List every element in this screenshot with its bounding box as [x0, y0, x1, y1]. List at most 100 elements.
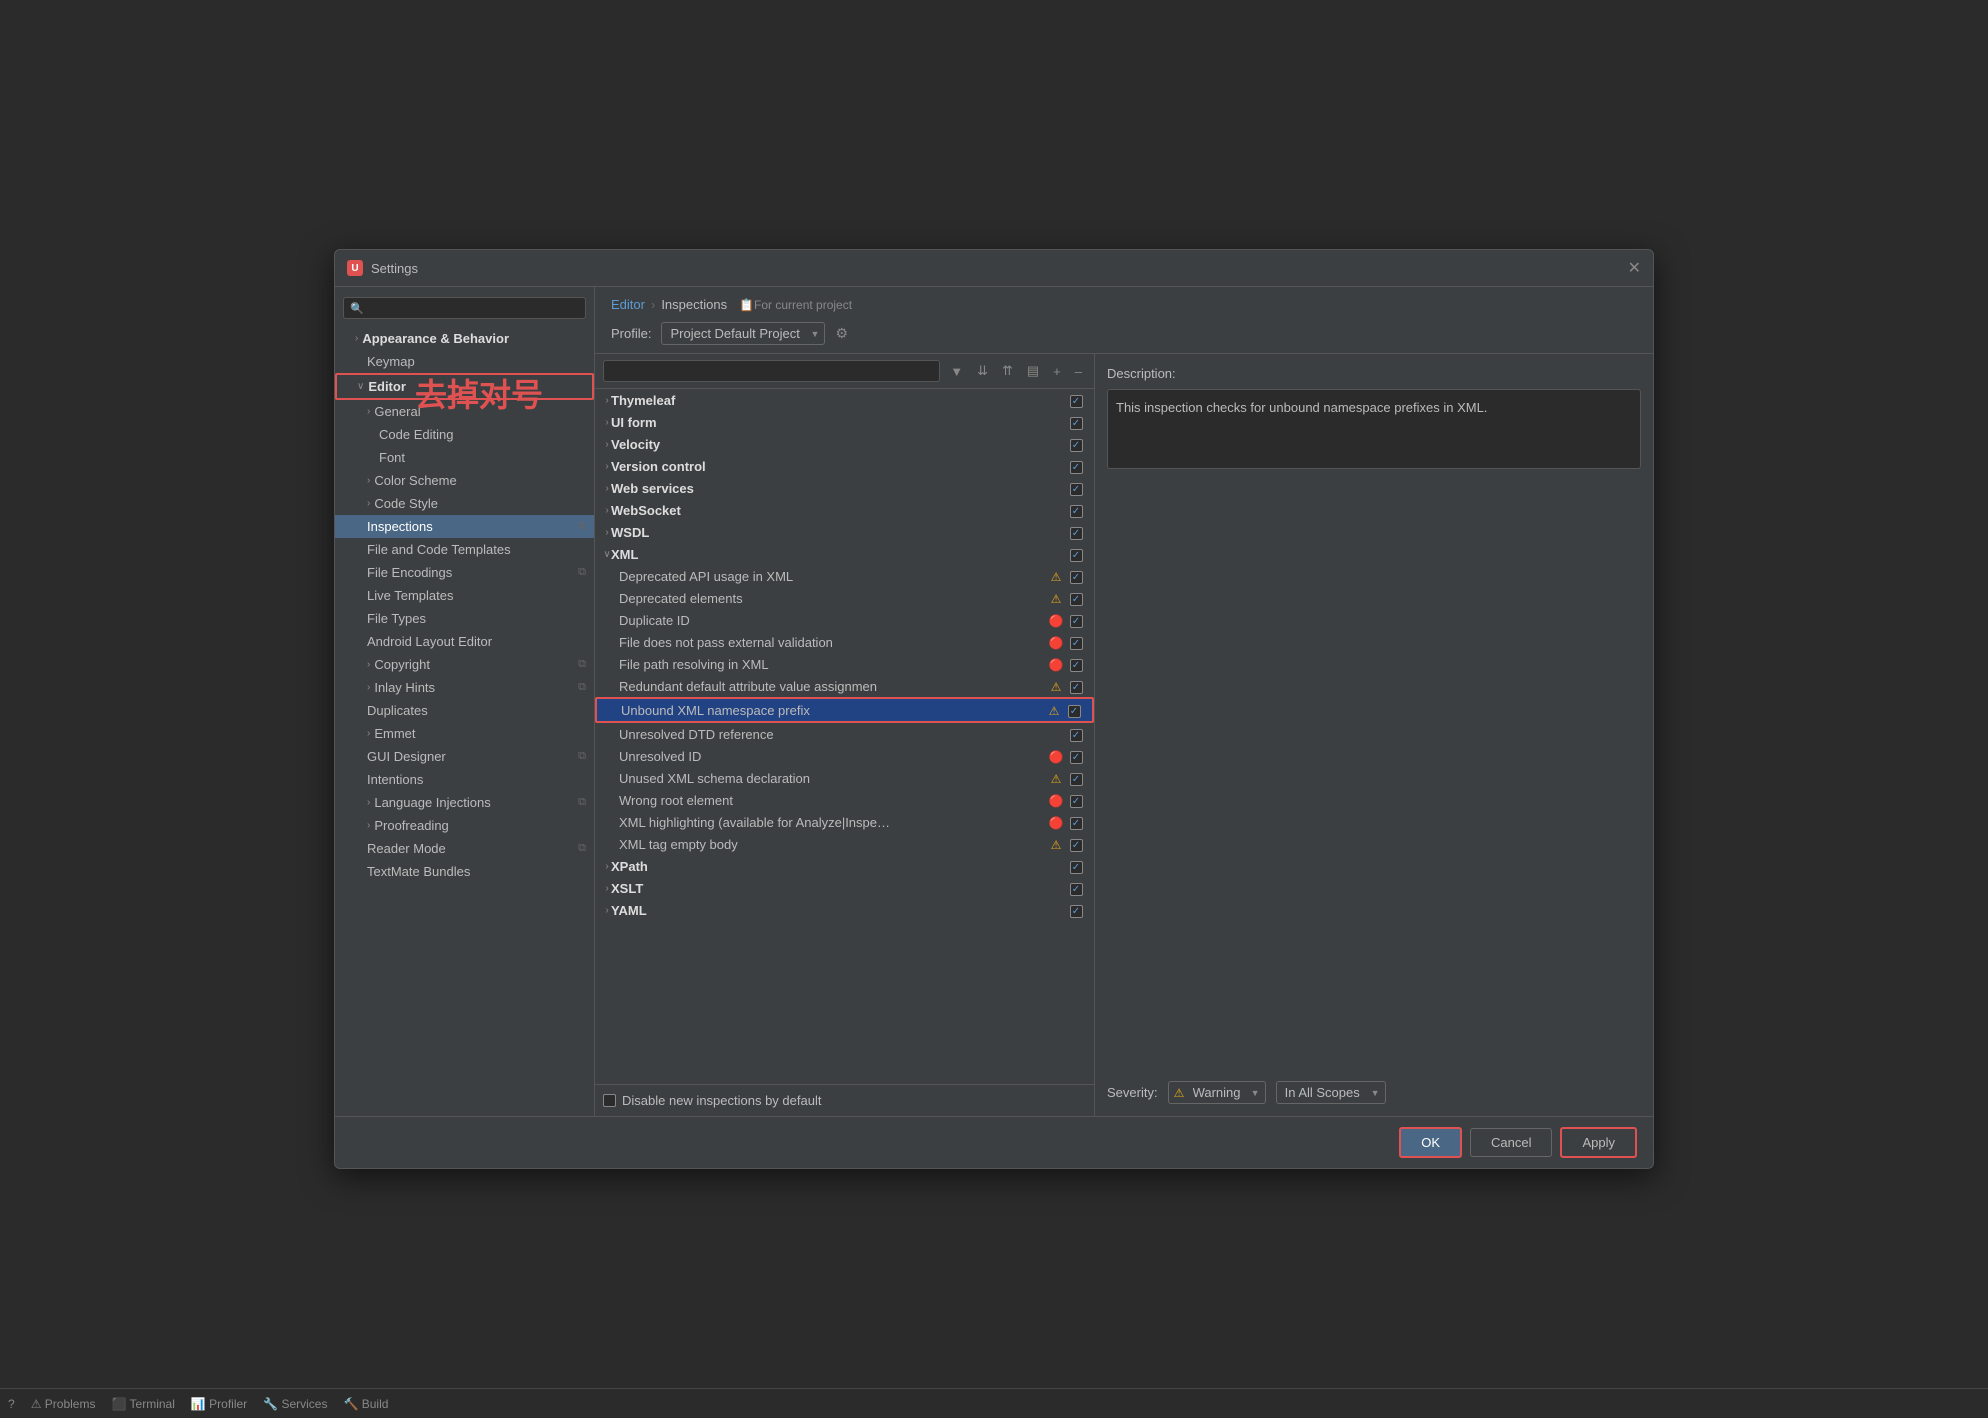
collapse-all-button[interactable]: ⇈: [998, 361, 1017, 381]
sidebar-item-intentions[interactable]: Intentions: [335, 768, 594, 791]
sidebar-item-code-editing[interactable]: Code Editing: [335, 423, 594, 446]
sidebar-item-editor[interactable]: ∨Editor: [335, 373, 594, 400]
disable-new-inspections-checkbox[interactable]: [603, 1094, 616, 1107]
sidebar-item-proofreading[interactable]: ›Proofreading: [335, 814, 594, 837]
cancel-button[interactable]: Cancel: [1470, 1128, 1552, 1157]
taskbar-profiler[interactable]: 📊 Profiler: [191, 1397, 247, 1411]
inspection-row-velocity[interactable]: ›Velocity: [595, 433, 1094, 455]
insp-checkbox-unresolved-id[interactable]: [1070, 751, 1083, 764]
taskbar-terminal[interactable]: ⬛ Terminal: [111, 1397, 174, 1411]
breadcrumb-editor[interactable]: Editor: [611, 297, 645, 312]
inspection-search-input[interactable]: [603, 360, 940, 382]
scope-select[interactable]: In All Scopes: [1276, 1081, 1386, 1104]
insp-checkbox-xpath[interactable]: [1070, 861, 1083, 874]
sidebar-item-reader-mode[interactable]: Reader Mode⧉: [335, 837, 594, 860]
inspection-row-duplicate-id[interactable]: Duplicate ID🔴: [595, 609, 1094, 631]
insp-checkbox-redundant-default[interactable]: [1070, 681, 1083, 694]
inspection-row-version-control[interactable]: ›Version control: [595, 455, 1094, 477]
sidebar-item-color-scheme[interactable]: ›Color Scheme: [335, 469, 594, 492]
insp-checkbox-version-control[interactable]: [1070, 461, 1083, 474]
inspection-row-xml-highlighting[interactable]: XML highlighting (available for Analyze|…: [595, 811, 1094, 833]
sidebar-item-emmet[interactable]: ›Emmet: [335, 722, 594, 745]
inspection-row-unbound-xml-ns[interactable]: Unbound XML namespace prefix⚠: [595, 697, 1094, 723]
layout-button[interactable]: ▤: [1023, 361, 1043, 381]
inspection-row-unused-xml-schema[interactable]: Unused XML schema declaration⚠: [595, 767, 1094, 789]
insp-checkbox-yaml[interactable]: [1070, 905, 1083, 918]
taskbar-problems[interactable]: ⚠ Problems: [31, 1397, 96, 1411]
inspection-row-xpath[interactable]: ›XPath: [595, 855, 1094, 877]
inspection-row-ui-form[interactable]: ›UI form: [595, 411, 1094, 433]
sidebar-item-copyright[interactable]: ›Copyright⧉: [335, 653, 594, 676]
sidebar-item-file-code-templates[interactable]: File and Code Templates: [335, 538, 594, 561]
inspection-row-file-path-resolving[interactable]: File path resolving in XML🔴: [595, 653, 1094, 675]
gear-button[interactable]: ⚙: [835, 325, 848, 342]
ok-button[interactable]: OK: [1399, 1127, 1462, 1158]
remove-button[interactable]: –: [1071, 362, 1086, 381]
insp-checkbox-deprecated-elements[interactable]: [1070, 593, 1083, 606]
inspection-row-xml-tag-empty[interactable]: XML tag empty body⚠: [595, 833, 1094, 855]
sidebar-item-code-style[interactable]: ›Code Style: [335, 492, 594, 515]
inspection-row-xslt[interactable]: ›XSLT: [595, 877, 1094, 899]
insp-checkbox-xml-tag-empty[interactable]: [1070, 839, 1083, 852]
sidebar-item-duplicates[interactable]: Duplicates: [335, 699, 594, 722]
insp-checkbox-duplicate-id[interactable]: [1070, 615, 1083, 628]
inspection-row-file-not-pass[interactable]: File does not pass external validation🔴: [595, 631, 1094, 653]
insp-checkbox-velocity[interactable]: [1070, 439, 1083, 452]
inspection-row-redundant-default[interactable]: Redundant default attribute value assign…: [595, 675, 1094, 697]
sidebar-item-font[interactable]: Font: [335, 446, 594, 469]
inspection-row-unresolved-id[interactable]: Unresolved ID🔴: [595, 745, 1094, 767]
sidebar-item-inlay-hints[interactable]: ›Inlay Hints⧉: [335, 676, 594, 699]
sidebar-item-file-encodings[interactable]: File Encodings⧉: [335, 561, 594, 584]
inspection-row-websocket[interactable]: ›WebSocket: [595, 499, 1094, 521]
inspection-row-unresolved-dtd[interactable]: Unresolved DTD reference: [595, 723, 1094, 745]
insp-checkbox-xml-highlighting[interactable]: [1070, 817, 1083, 830]
sidebar-search-input[interactable]: [368, 301, 579, 315]
filter-button[interactable]: ▼: [946, 362, 967, 381]
scope-select-wrap[interactable]: In All Scopes: [1276, 1081, 1386, 1104]
sidebar-item-textmate-bundles[interactable]: TextMate Bundles: [335, 860, 594, 883]
profile-select[interactable]: Project Default Project: [661, 322, 825, 345]
sidebar-item-language-injections[interactable]: ›Language Injections⧉: [335, 791, 594, 814]
insp-checkbox-thymeleaf[interactable]: [1070, 395, 1083, 408]
inspection-row-deprecated-api-xml[interactable]: Deprecated API usage in XML⚠: [595, 565, 1094, 587]
severity-select-wrap[interactable]: ⚠ Warning Error Info: [1168, 1081, 1266, 1104]
taskbar-services[interactable]: 🔧 Services: [263, 1397, 327, 1411]
insp-checkbox-file-not-pass[interactable]: [1070, 637, 1083, 650]
taskbar-help[interactable]: ?: [8, 1397, 15, 1411]
insp-checkbox-xml[interactable]: [1070, 549, 1083, 562]
insp-checkbox-ui-form[interactable]: [1070, 417, 1083, 430]
insp-checkbox-unused-xml-schema[interactable]: [1070, 773, 1083, 786]
insp-checkbox-unresolved-dtd[interactable]: [1070, 729, 1083, 742]
sidebar-item-android-layout-editor[interactable]: Android Layout Editor: [335, 630, 594, 653]
inspection-row-thymeleaf[interactable]: ›Thymeleaf: [595, 389, 1094, 411]
apply-button[interactable]: Apply: [1560, 1127, 1637, 1158]
inspection-row-wsdl[interactable]: ›WSDL: [595, 521, 1094, 543]
sidebar-item-file-types[interactable]: File Types: [335, 607, 594, 630]
expand-all-button[interactable]: ⇊: [973, 361, 992, 381]
sidebar-item-inspections[interactable]: Inspections⧉: [335, 515, 594, 538]
insp-checkbox-websocket[interactable]: [1070, 505, 1083, 518]
inspection-row-web-services[interactable]: ›Web services: [595, 477, 1094, 499]
taskbar-build[interactable]: 🔨 Build: [343, 1397, 388, 1411]
inspection-row-yaml[interactable]: ›YAML: [595, 899, 1094, 921]
close-button[interactable]: ✕: [1628, 258, 1641, 278]
sidebar-item-live-templates[interactable]: Live Templates: [335, 584, 594, 607]
add-button[interactable]: +: [1049, 362, 1065, 381]
insp-checkbox-wsdl[interactable]: [1070, 527, 1083, 540]
inspection-row-xml[interactable]: ∨XML: [595, 543, 1094, 565]
sidebar-item-keymap[interactable]: Keymap: [335, 350, 594, 373]
insp-checkbox-xslt[interactable]: [1070, 883, 1083, 896]
sidebar-item-general[interactable]: ›General: [335, 400, 594, 423]
profile-select-wrap[interactable]: Project Default Project: [661, 322, 825, 345]
inspection-row-deprecated-elements[interactable]: Deprecated elements⚠: [595, 587, 1094, 609]
insp-checkbox-file-path-resolving[interactable]: [1070, 659, 1083, 672]
sidebar-item-gui-designer[interactable]: GUI Designer⧉: [335, 745, 594, 768]
severity-select[interactable]: Warning Error Info: [1168, 1081, 1266, 1104]
insp-checkbox-deprecated-api-xml[interactable]: [1070, 571, 1083, 584]
insp-checkbox-unbound-xml-ns[interactable]: [1068, 705, 1081, 718]
insp-checkbox-wrong-root[interactable]: [1070, 795, 1083, 808]
inspection-row-wrong-root[interactable]: Wrong root element🔴: [595, 789, 1094, 811]
sidebar-search[interactable]: 🔍: [343, 297, 586, 319]
sidebar-item-appearance[interactable]: ›Appearance & Behavior: [335, 327, 594, 350]
insp-checkbox-web-services[interactable]: [1070, 483, 1083, 496]
